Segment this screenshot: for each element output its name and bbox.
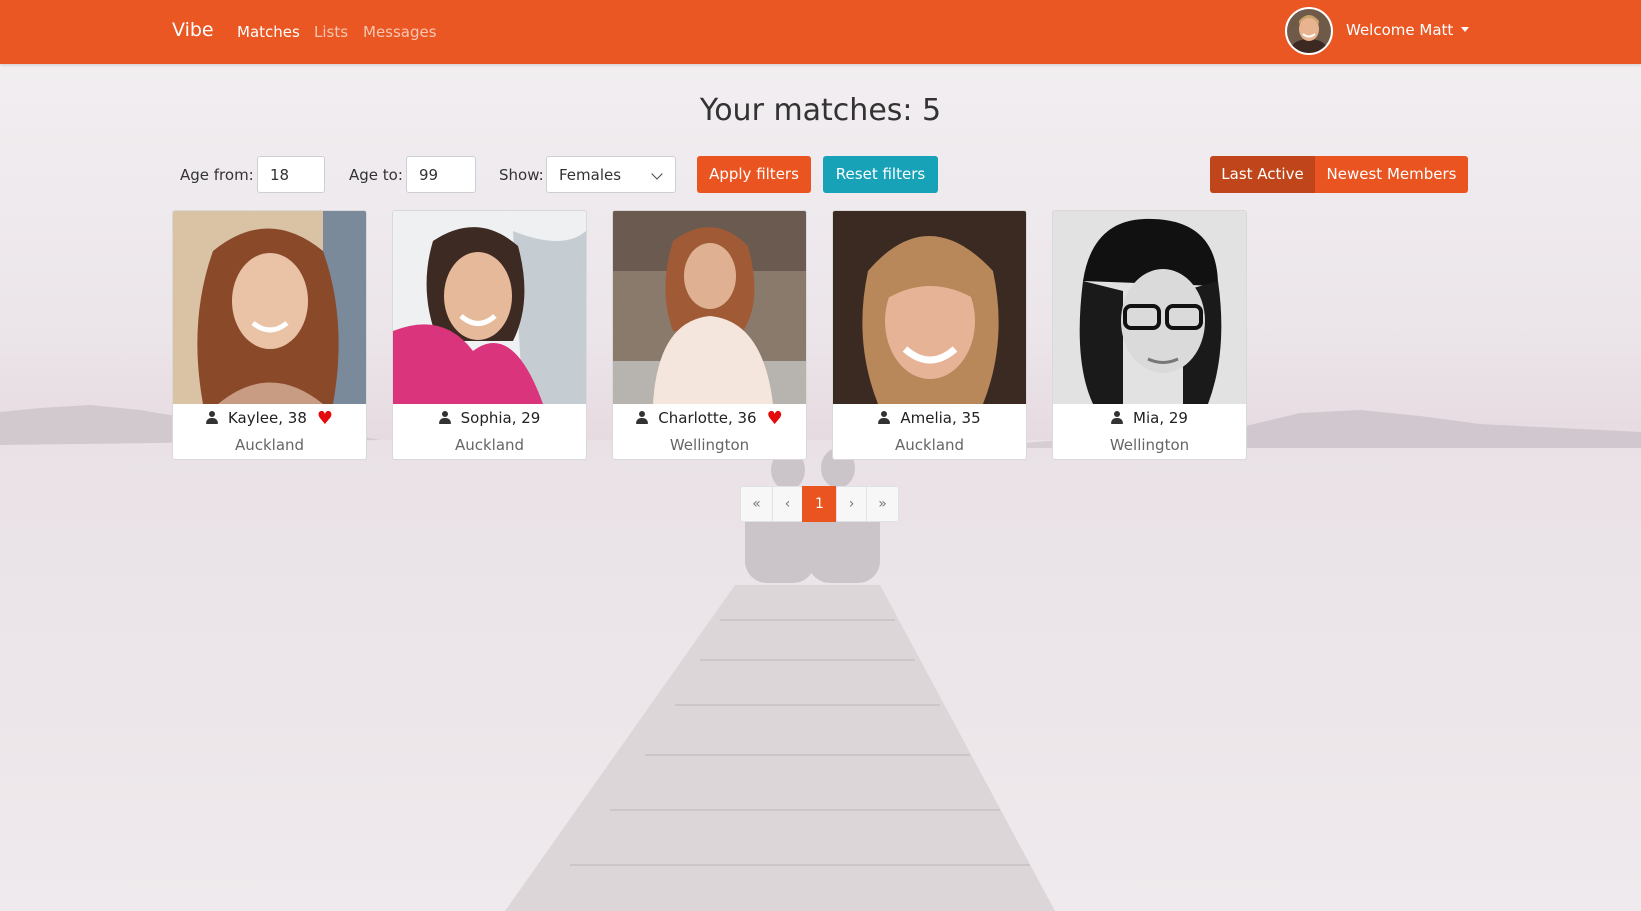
pagination-first[interactable]: « <box>740 486 773 522</box>
pagination-previous[interactable]: ‹ <box>772 486 803 522</box>
member-photo <box>613 211 806 404</box>
member-name: Kaylee, 38 ♥ <box>173 409 366 428</box>
member-card[interactable]: Amelia, 35 Auckland <box>832 210 1027 460</box>
top-navbar: Vibe Matches Lists Messages Welcome Matt <box>0 0 1641 64</box>
member-photo <box>833 211 1026 404</box>
age-from-input[interactable] <box>257 156 325 193</box>
nav-link-messages[interactable]: Messages <box>363 23 437 41</box>
heart-icon[interactable]: ♥ <box>317 410 333 428</box>
age-from-label: Age from: <box>180 166 254 184</box>
user-avatar[interactable] <box>1285 7 1333 55</box>
member-name: Sophia, 29 <box>393 409 586 427</box>
brand-logo[interactable]: Vibe <box>172 19 214 41</box>
member-name: Amelia, 35 <box>833 409 1026 427</box>
member-city: Auckland <box>454 436 525 454</box>
page-title: Your matches: 5 <box>699 93 942 128</box>
member-name: Mia, 29 <box>1053 409 1246 427</box>
member-city: Wellington <box>669 436 750 454</box>
sort-last-active-button[interactable]: Last Active <box>1210 156 1315 193</box>
pagination-page-1[interactable]: 1 <box>802 486 837 522</box>
member-photo <box>1053 211 1246 404</box>
apply-filters-button[interactable]: Apply filters <box>697 156 811 193</box>
member-photo <box>173 211 366 404</box>
member-city: Auckland <box>234 436 305 454</box>
user-menu-toggle[interactable]: Welcome Matt <box>1346 21 1470 39</box>
user-icon <box>438 411 451 424</box>
pagination-next[interactable]: › <box>836 486 867 522</box>
show-label: Show: <box>499 166 544 184</box>
nav-link-lists[interactable]: Lists <box>314 23 348 41</box>
member-card[interactable]: Sophia, 29 Auckland <box>392 210 587 460</box>
welcome-text: Welcome Matt <box>1346 21 1454 39</box>
caret-down-icon <box>1461 27 1470 32</box>
member-city: Auckland <box>894 436 965 454</box>
gender-select-value: Females <box>559 166 622 184</box>
chevron-down-icon <box>651 168 663 180</box>
heart-icon[interactable]: ♥ <box>767 410 783 428</box>
member-card[interactable]: Charlotte, 36 ♥ Wellington <box>612 210 807 460</box>
user-icon <box>636 411 649 424</box>
user-icon <box>1111 411 1124 424</box>
member-card[interactable]: Mia, 29 Wellington <box>1052 210 1247 460</box>
sort-newest-members-button[interactable]: Newest Members <box>1315 156 1468 193</box>
reset-filters-button[interactable]: Reset filters <box>823 156 938 193</box>
age-to-label: Age to: <box>349 166 403 184</box>
pagination: « ‹ 1 › » <box>740 486 899 522</box>
user-icon <box>205 411 218 424</box>
member-name: Charlotte, 36 ♥ <box>613 409 806 428</box>
user-icon <box>878 411 891 424</box>
pagination-last[interactable]: » <box>866 486 899 522</box>
age-to-input[interactable] <box>406 156 476 193</box>
gender-select[interactable]: Females <box>546 156 676 193</box>
member-card[interactable]: Kaylee, 38 ♥ Auckland <box>172 210 367 460</box>
member-city: Wellington <box>1109 436 1190 454</box>
member-photo <box>393 211 586 404</box>
nav-link-matches[interactable]: Matches <box>237 23 300 41</box>
user-avatar-photo <box>1287 9 1331 53</box>
